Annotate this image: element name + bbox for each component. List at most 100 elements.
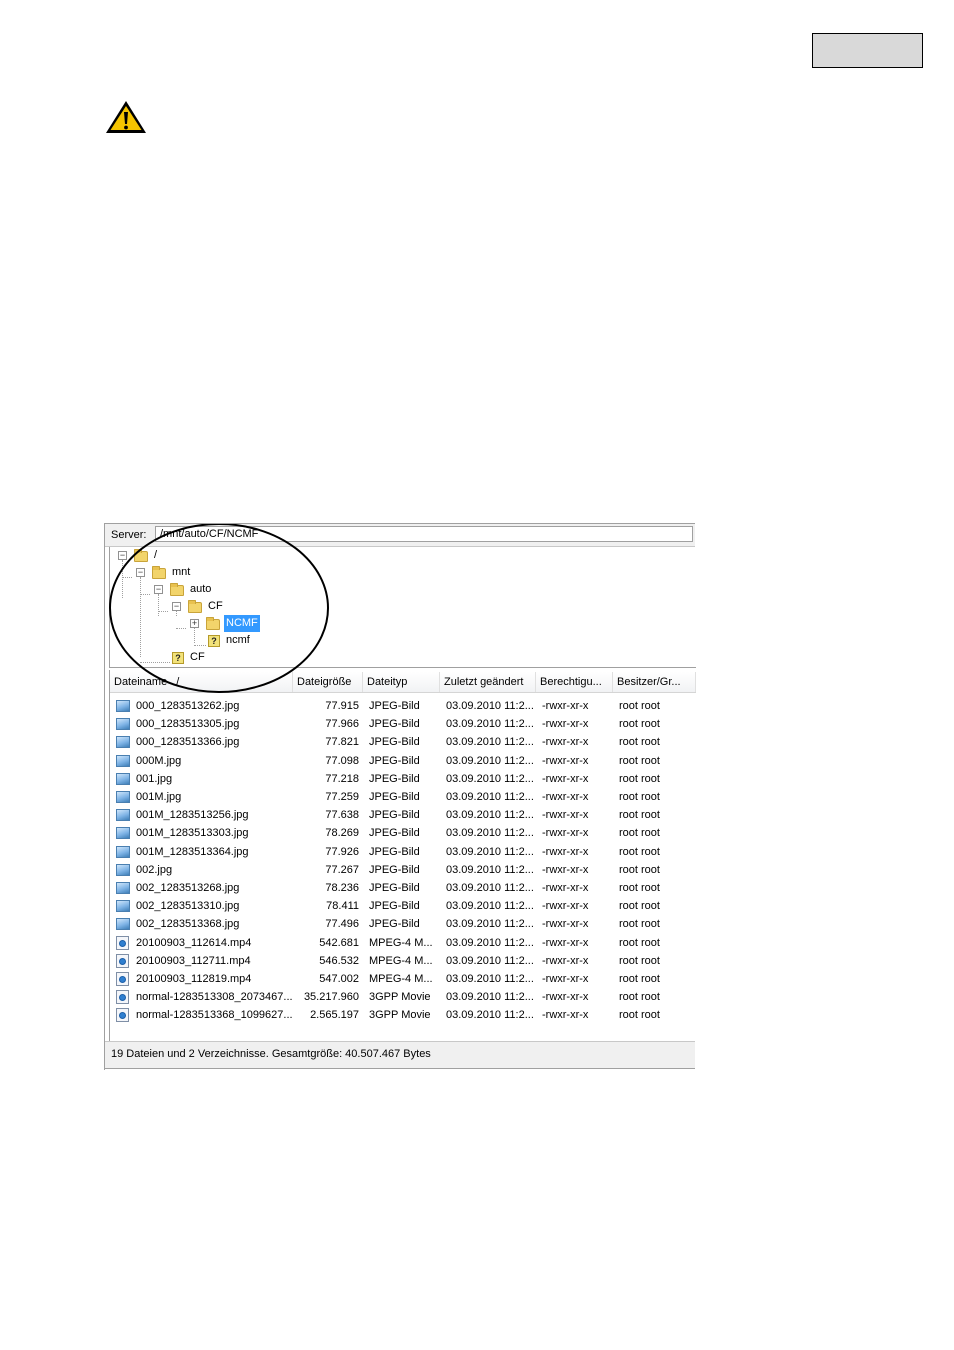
unknown-folder-icon: ? (172, 652, 184, 664)
tree-node-label: NCMF (224, 615, 260, 632)
file-owner: root root (619, 936, 660, 949)
file-permissions: -rwxr-xr-x (542, 845, 589, 858)
file-modified: 03.09.2010 11:2... (446, 827, 534, 840)
file-size: 77.218 (325, 772, 359, 785)
file-permissions: -rwxr-xr-x (542, 991, 589, 1004)
video-file-icon (116, 935, 129, 950)
file-type: JPEG-Bild (369, 772, 420, 785)
file-permissions: -rwxr-xr-x (542, 718, 589, 731)
folder-icon (206, 617, 220, 630)
table-row[interactable]: normal-1283513308_2073467... 35.217.960 3G… (110, 988, 696, 1006)
tree-node-ncmf-selected[interactable]: + NCMF (110, 615, 310, 632)
table-row[interactable]: 002_1283513268.jpg 78.236 JPEG-Bild 03.09.2… (110, 879, 696, 897)
file-name: 000_1283513305.jpg (136, 718, 240, 731)
image-file-icon (116, 845, 130, 858)
table-row[interactable]: 001M_1283513303.jpg 78.269 JPEG-Bild 03.09.… (110, 824, 696, 842)
tree-node-cf-unknown[interactable]: ? CF (110, 649, 310, 666)
file-modified: 03.09.2010 11:2... (446, 936, 534, 949)
file-name: 001M_1283513256.jpg (136, 809, 249, 822)
table-row[interactable]: 20100903_112614.mp4 542.681 MPEG-4 M... 03.… (110, 934, 696, 952)
table-row[interactable]: 001M_1283513256.jpg 77.638 JPEG-Bild 03.09.… (110, 806, 696, 824)
table-row[interactable]: 000M.jpg 77.098 JPEG-Bild 03.09.2010 11:2..… (110, 752, 696, 770)
collapse-icon[interactable]: − (118, 551, 127, 560)
file-size: 77.098 (325, 754, 359, 767)
expand-icon[interactable]: + (190, 619, 199, 628)
table-row[interactable]: 001M.jpg 77.259 JPEG-Bild 03.09.2010 11:2..… (110, 788, 696, 806)
file-modified: 03.09.2010 11:2... (446, 973, 534, 985)
folder-icon (134, 549, 148, 562)
file-type: JPEG-Bild (369, 700, 420, 712)
table-row[interactable]: 002.jpg 77.267 JPEG-Bild 03.09.2010 11:2...… (110, 861, 696, 879)
collapse-icon[interactable]: − (154, 585, 163, 594)
file-modified: 03.09.2010 11:2... (446, 991, 534, 1004)
file-owner: root root (619, 863, 660, 876)
table-row[interactable]: 001.jpg 77.218 JPEG-Bild 03.09.2010 11:2...… (110, 770, 696, 788)
file-name: 001.jpg (136, 772, 173, 785)
image-file-icon (116, 736, 130, 749)
video-file-icon (116, 953, 129, 968)
file-modified: 03.09.2010 11:2... (446, 918, 534, 931)
file-size: 77.966 (325, 718, 359, 731)
image-file-icon (116, 809, 130, 822)
file-type: JPEG-Bild (369, 809, 420, 822)
file-size: 547.002 (319, 973, 359, 985)
collapse-icon[interactable]: − (136, 568, 145, 577)
image-file-icon (116, 718, 130, 731)
file-modified: 03.09.2010 11:2... (446, 1009, 534, 1022)
table-row[interactable]: 002_1283513368.jpg 77.496 JPEG-Bild 03.09.2… (110, 915, 696, 933)
tree-node-cf[interactable]: − CF (110, 598, 310, 615)
table-row[interactable]: normal-1283513368_1099627... 2.565.197 3GP… (110, 1006, 696, 1024)
table-row[interactable]: 000_1283513305.jpg 77.966 JPEG-Bild 03.09.2… (110, 715, 696, 733)
file-size: 35.217.960 (303, 991, 359, 1004)
file-size: 78.269 (325, 827, 359, 840)
column-header-name[interactable]: Dateiname / (110, 672, 293, 692)
column-header-modified[interactable]: Zuletzt geändert (440, 672, 536, 692)
column-header-type[interactable]: Dateityp (363, 672, 440, 692)
file-permissions: -rwxr-xr-x (542, 809, 589, 822)
file-type: JPEG-Bild (369, 845, 420, 858)
collapse-icon[interactable]: − (172, 602, 181, 611)
table-row[interactable]: 000_1283513262.jpg 77.915 JPEG-Bild 03.09.2… (110, 697, 696, 715)
file-owner: root root (619, 700, 660, 712)
file-type: JPEG-Bild (369, 791, 420, 803)
image-file-icon (116, 900, 130, 913)
file-owner: root root (619, 973, 660, 985)
sort-indicator: / (176, 676, 180, 688)
file-owner: root root (619, 900, 660, 913)
file-list-header: Dateiname / Dateigröße Dateityp Zuletzt … (110, 672, 696, 693)
file-owner: root root (619, 718, 660, 731)
page-number-box (812, 33, 923, 68)
table-row[interactable]: 002_1283513310.jpg 78.411 JPEG-Bild 03.09.2… (110, 897, 696, 915)
tree-node-ncmf-lower[interactable]: ? ncmf (110, 632, 310, 649)
file-owner: root root (619, 736, 660, 749)
tree-node-label: ncmf (226, 634, 250, 646)
file-name: 001M_1283513303.jpg (136, 827, 249, 840)
file-name: 20100903_112711.mp4 (136, 954, 251, 967)
column-header-permissions[interactable]: Berechtigu... (536, 672, 613, 692)
file-owner: root root (619, 754, 660, 767)
column-header-owner[interactable]: Besitzer/Gr... (613, 672, 696, 692)
file-size: 77.267 (325, 863, 359, 876)
file-type: JPEG-Bild (369, 827, 420, 840)
tree-node-auto[interactable]: − auto (110, 581, 310, 598)
directory-tree: − / − mnt − auto − CF + NCMF ? ncmf ? CF (109, 547, 696, 668)
file-type: JPEG-Bild (369, 736, 420, 749)
file-size: 77.821 (325, 736, 359, 749)
video-file-icon (116, 972, 129, 986)
tree-node-mnt[interactable]: − mnt (110, 564, 310, 581)
video-file-icon (116, 990, 129, 1005)
file-size: 77.496 (325, 918, 359, 931)
file-owner: root root (619, 809, 660, 822)
file-owner: root root (619, 1009, 660, 1022)
image-file-icon (116, 827, 130, 840)
server-label: Server: (111, 529, 147, 541)
table-row[interactable]: 20100903_112819.mp4 547.002 MPEG-4 M... 03.… (110, 970, 696, 988)
column-header-label: Dateiname (114, 676, 168, 688)
table-row[interactable]: 000_1283513366.jpg 77.821 JPEG-Bild 03.09.2… (110, 733, 696, 751)
table-row[interactable]: 20100903_112711.mp4 546.532 MPEG-4 M... 03.… (110, 952, 696, 970)
tree-node-root[interactable]: − / (110, 547, 310, 564)
column-header-size[interactable]: Dateigröße (293, 672, 363, 692)
server-path-input[interactable]: /mnt/auto/CF/NCMF (155, 526, 693, 542)
table-row[interactable]: 001M_1283513364.jpg 77.926 JPEG-Bild 03.09.… (110, 843, 696, 861)
file-modified: 03.09.2010 11:2... (446, 809, 534, 822)
